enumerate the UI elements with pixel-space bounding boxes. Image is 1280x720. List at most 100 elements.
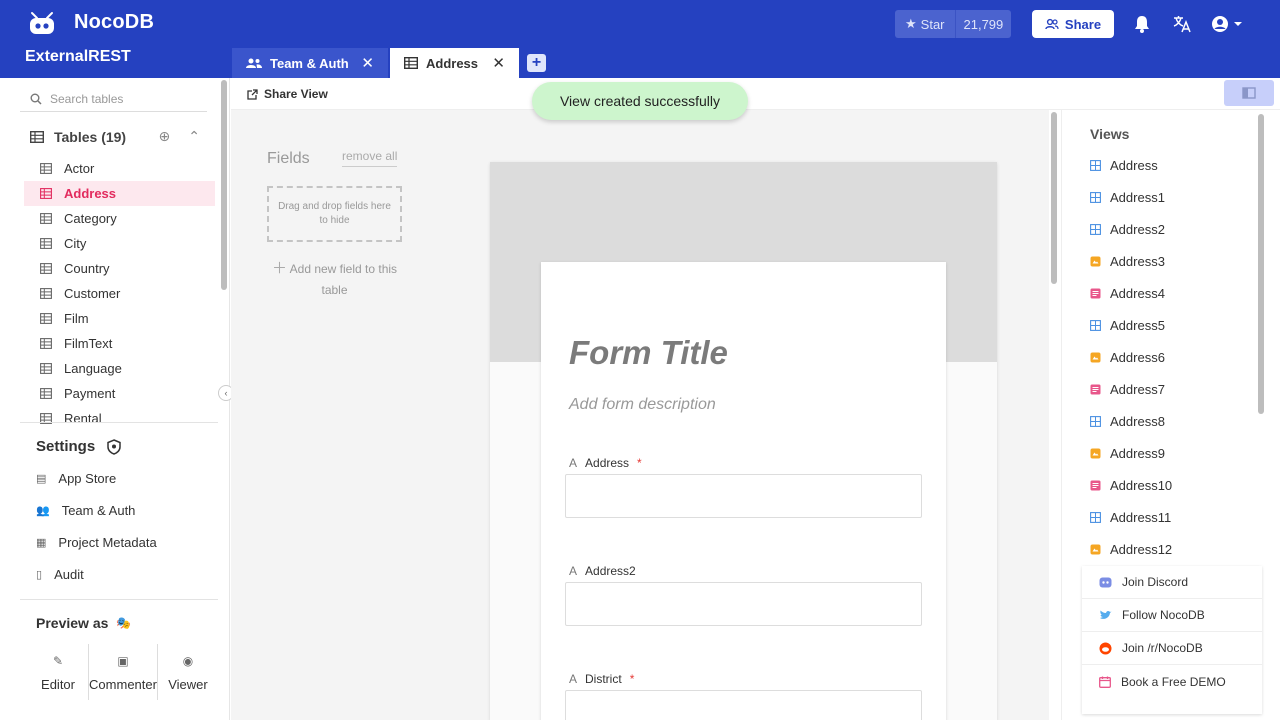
view-item[interactable]: Address4 — [1090, 286, 1165, 301]
role-viewer[interactable]: ◉ Viewer — [158, 644, 218, 700]
table-item-label: Country — [64, 261, 110, 276]
settings-item-label: Team & Auth — [61, 503, 136, 518]
share-button[interactable]: Share — [1032, 10, 1114, 38]
role-editor[interactable]: ✎ Editor — [28, 644, 90, 700]
join-reddit-link[interactable]: Join /r/NocoDB — [1082, 632, 1262, 665]
sidebar-table-item[interactable]: FilmText — [24, 331, 215, 356]
tab-label: Address — [426, 55, 479, 71]
table-item-label: Language — [64, 361, 122, 376]
settings-header: Settings — [36, 438, 121, 455]
close-icon[interactable]: ✕ — [361, 54, 374, 72]
reddit-icon — [1099, 642, 1112, 654]
canvas-scrollbar[interactable] — [1051, 112, 1057, 284]
field-label-address2[interactable]: A Address2 — [569, 564, 636, 578]
view-item[interactable]: Address1 — [1090, 190, 1165, 205]
sidebar-table-item[interactable]: Customer — [24, 281, 215, 306]
sidebar-table-item[interactable]: Film — [24, 306, 215, 331]
view-item[interactable]: Address8 — [1090, 414, 1165, 429]
project-title[interactable]: ExternalREST — [25, 48, 131, 66]
table-icon — [40, 213, 52, 224]
grid-view-icon — [1090, 416, 1101, 427]
settings-item-label: App Store — [58, 471, 117, 486]
remove-all-link[interactable]: remove all — [342, 149, 398, 167]
add-tab-button[interactable]: + — [527, 54, 546, 72]
role-label: Editor — [41, 677, 75, 692]
view-item[interactable]: Address12 — [1090, 542, 1172, 557]
sidebar-table-item[interactable]: Category — [24, 206, 215, 231]
team-icon: 👥 — [36, 505, 50, 517]
sidebar-table-item[interactable]: Language — [24, 356, 215, 381]
table-icon — [40, 313, 52, 324]
account-menu-icon[interactable] — [1210, 13, 1244, 35]
tab-label: Team & Auth — [270, 55, 349, 71]
address2-input[interactable] — [565, 582, 922, 626]
view-item-label: Address4 — [1110, 286, 1165, 301]
field-label-address[interactable]: A Address * — [569, 456, 642, 470]
view-item[interactable]: Address10 — [1090, 478, 1172, 493]
join-discord-link[interactable]: Join Discord — [1082, 566, 1262, 599]
follow-nocodb-link[interactable]: Follow NocoDB — [1082, 599, 1262, 632]
community-label: Follow NocoDB — [1122, 608, 1205, 622]
book-demo-link[interactable]: Book a Free DEMO — [1082, 665, 1262, 698]
form-view-icon — [1090, 480, 1101, 491]
star-button[interactable]: ★ Star — [895, 10, 956, 38]
views-title: Views — [1090, 126, 1130, 142]
add-table-icon[interactable]: ⊕ — [159, 128, 171, 145]
community-links: Join Discord Follow NocoDB Join /r/NocoD… — [1082, 566, 1262, 714]
field-label-text: Address — [585, 456, 630, 470]
view-item[interactable]: Address — [1090, 158, 1158, 173]
notification-bell-icon[interactable] — [1131, 13, 1153, 35]
form-preview: Form Title Add form description A Addres… — [490, 162, 997, 720]
table-icon — [30, 130, 44, 143]
share-view-button[interactable]: Share View — [247, 87, 328, 101]
form-description[interactable]: Add form description — [569, 396, 716, 414]
views-scrollbar[interactable] — [1258, 114, 1264, 414]
divider — [20, 599, 218, 600]
table-list: Actor Address Category City Country Customer F… — [24, 156, 215, 424]
view-item[interactable]: Address6 — [1090, 350, 1165, 365]
table-icon — [40, 388, 52, 399]
sidebar-table-item[interactable]: City — [24, 231, 215, 256]
view-item[interactable]: Address5 — [1090, 318, 1165, 333]
add-field-button[interactable]: ＋ Add new field to this table — [267, 258, 402, 301]
toggle-views-panel-button[interactable] — [1224, 80, 1274, 106]
close-icon[interactable]: ✕ — [492, 54, 505, 72]
settings-item-app-store[interactable]: ▤ App Store — [36, 471, 116, 486]
community-label: Book a Free DEMO — [1121, 674, 1226, 689]
sidebar-table-item[interactable]: Country — [24, 256, 215, 281]
settings-item-team-auth[interactable]: 👥 Team & Auth — [36, 503, 135, 518]
required-marker: * — [637, 456, 642, 470]
tables-header[interactable]: Tables (19) ⊕ ⌃ — [30, 128, 200, 145]
sidebar-table-item[interactable]: Actor — [24, 156, 215, 181]
view-item[interactable]: Address11 — [1090, 510, 1171, 525]
sidebar-table-item[interactable]: Address — [24, 181, 215, 206]
tab-address[interactable]: Address ✕ — [390, 48, 519, 78]
form-editor-canvas: Fields remove all Drag and drop fields h… — [231, 110, 1049, 720]
view-item[interactable]: Address9 — [1090, 446, 1165, 461]
brand-name[interactable]: NocoDB — [74, 11, 154, 34]
nocodb-logo-icon[interactable] — [28, 10, 56, 36]
chevron-up-icon[interactable]: ⌃ — [188, 128, 200, 145]
sidebar-table-item[interactable]: Payment — [24, 381, 215, 406]
form-title[interactable]: Form Title — [569, 334, 728, 372]
github-star-group[interactable]: ★ Star 21,799 — [895, 10, 1012, 38]
sidebar-scrollbar[interactable] — [221, 80, 227, 290]
address-input[interactable] — [565, 474, 922, 518]
settings-item-audit[interactable]: ▯ Audit — [36, 567, 84, 582]
add-field-label: Add new field to this table — [289, 262, 398, 297]
view-item[interactable]: Address7 — [1090, 382, 1165, 397]
settings-item-project-metadata[interactable]: ▦ Project Metadata — [36, 535, 157, 550]
team-icon — [246, 58, 262, 68]
field-label-district[interactable]: A District * — [569, 672, 634, 686]
star-count[interactable]: 21,799 — [955, 10, 1012, 38]
translate-icon[interactable] — [1171, 13, 1193, 35]
hidden-fields-dropzone[interactable]: Drag and drop fields here to hide — [267, 186, 402, 242]
view-item-label: Address3 — [1110, 254, 1165, 269]
view-item[interactable]: Address2 — [1090, 222, 1165, 237]
table-search-input[interactable]: Search tables — [20, 86, 207, 112]
view-item[interactable]: Address3 — [1090, 254, 1165, 269]
role-commenter[interactable]: ▣ Commenter — [89, 644, 158, 700]
views-panel: Views Address Address1 Address2 Address3 Add… — [1061, 110, 1280, 720]
district-input[interactable] — [565, 690, 922, 720]
tab-team-auth[interactable]: Team & Auth ✕ — [232, 48, 388, 78]
